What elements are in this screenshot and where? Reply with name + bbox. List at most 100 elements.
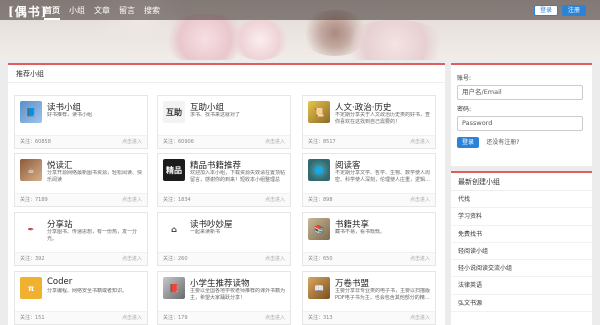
- follower-count: 关注：650: [308, 256, 333, 262]
- header-banner: [偶书] 首页 小组 文章 留言 搜索 登录 注册: [0, 0, 600, 60]
- enter-group-link[interactable]: 点击进入: [410, 194, 430, 206]
- nav-articles[interactable]: 文章: [94, 5, 110, 16]
- group-card-footer: 关注：1834 点击进入: [158, 193, 290, 206]
- group-description: 主要分享非专业类的电子书，主要以扫描版PDF电子书为主，也会包含其他部分的精…: [335, 288, 431, 301]
- group-card[interactable]: ☕ 悦读汇 分享开源网络最新图书资源，轻松阅读、快乐阅读 关注：7189 点击进入: [14, 153, 148, 207]
- group-description: 主要以全国各地学校老师推荐的课外书籍为主，希望大家踊跃分享！: [190, 288, 286, 301]
- group-card[interactable]: ⌂ 读书吵妙屋 一起来读新书 关注：260 点击进入: [157, 212, 291, 266]
- history-icon[interactable]: 📜: [308, 101, 330, 123]
- follower-count: 关注：60858: [20, 139, 51, 145]
- header-login-button[interactable]: 登录: [534, 5, 559, 16]
- enter-group-link[interactable]: 点击进入: [265, 312, 285, 324]
- new-group-item[interactable]: 代找: [451, 191, 592, 209]
- enter-group-link[interactable]: 点击进入: [410, 136, 430, 148]
- group-card-footer: 关注：392 点击进入: [15, 252, 147, 265]
- password-input[interactable]: Password: [457, 116, 583, 131]
- enter-group-link[interactable]: 点击进入: [265, 136, 285, 148]
- follower-count: 关注：260: [163, 256, 188, 262]
- enter-group-link[interactable]: 点击进入: [122, 136, 142, 148]
- reading-icon[interactable]: ☕: [20, 159, 42, 181]
- group-description: 分享图书、传递思想，有一份热，发一分光。: [47, 229, 138, 242]
- blossom-decoration: [230, 20, 290, 60]
- follower-count: 关注：60906: [163, 139, 194, 145]
- group-description: 欢迎加入本小组，下载资源失效请在置顶帖留言，感谢你的到来！短收本小组整理总结…: [190, 170, 286, 183]
- login-panel: 账号: 用户名/Email 密码: Password 登录 还没有注册?: [451, 63, 592, 166]
- share-icon[interactable]: ✒: [20, 218, 42, 240]
- group-description: 不定期分享文学、哲学、生物、数学使人周密、科学使人深刻，伦理使人庄重，逻辑…: [335, 170, 431, 183]
- group-card-footer: 关注：7189 点击进入: [15, 193, 147, 206]
- follower-count: 关注：179: [163, 315, 188, 321]
- enter-group-link[interactable]: 点击进入: [410, 312, 430, 324]
- group-card-footer: 关注：60858 点击进入: [15, 135, 147, 148]
- nav-search[interactable]: 搜索: [144, 5, 160, 16]
- follower-count: 关注：898: [308, 197, 333, 203]
- group-card[interactable]: 📘 读书小组 好书推荐，读书小组 关注：60858 点击进入: [14, 95, 148, 149]
- library-icon[interactable]: 📖: [308, 277, 330, 299]
- group-card[interactable]: 🌐 阅读客 不定期分享文学、哲学、生物、数学使人周密、科学使人深刻，伦理使人庄重，逻…: [302, 153, 436, 207]
- account-label: 账号:: [457, 75, 472, 82]
- panel-title: 推荐小组: [8, 65, 445, 83]
- house-icon[interactable]: ⌂: [163, 218, 185, 240]
- group-description: 一起来读新书: [190, 229, 221, 235]
- enter-group-link[interactable]: 点击进入: [265, 253, 285, 265]
- group-card-footer: 关注：60906 点击进入: [158, 135, 290, 148]
- account-input[interactable]: 用户名/Email: [457, 85, 583, 100]
- new-groups-title: 最新创建小组: [451, 173, 592, 191]
- nav-messages[interactable]: 留言: [119, 5, 135, 16]
- new-group-item[interactable]: 免费找书: [451, 226, 592, 243]
- coder-icon[interactable]: π: [20, 277, 42, 299]
- nav-home[interactable]: 首页: [44, 5, 60, 20]
- group-card[interactable]: 互助 互助小组 求书、找书来这就对了 关注：60906 点击进入: [157, 95, 291, 149]
- new-group-item[interactable]: 轻小说阅读交流小组: [451, 260, 592, 278]
- enter-group-link[interactable]: 点击进入: [265, 194, 285, 206]
- quality-books-icon[interactable]: 精品: [163, 159, 185, 181]
- group-card[interactable]: 精品 精品书籍推荐 欢迎加入本小组，下载资源失效请在置顶帖留言，感谢你的到来！短收本…: [157, 153, 291, 207]
- header-register-button[interactable]: 注册: [562, 5, 587, 16]
- recommended-groups-panel: 推荐小组 📘 读书小组 好书推荐，读书小组 关注：60858 点击进入 互助 互助小组 求书、…: [8, 63, 445, 325]
- nav-groups[interactable]: 小组: [69, 5, 85, 16]
- follower-count: 关注：151: [20, 315, 45, 321]
- kids-reading-icon[interactable]: 📕: [163, 277, 185, 299]
- group-card-footer: 关注：898 点击进入: [303, 193, 435, 206]
- group-card[interactable]: 📖 万卷书盟 主要分享非专业类的电子书，主要以扫描版PDF电子书为主，也会包含其他部…: [302, 271, 436, 325]
- book-icon[interactable]: 📘: [20, 101, 42, 123]
- mutual-help-icon[interactable]: 互助: [163, 101, 185, 123]
- group-card[interactable]: π Coder 分享编程、网络安全书籍或者知识。关注：151 点击进入: [14, 271, 148, 325]
- new-group-item[interactable]: 法律英语: [451, 277, 592, 295]
- group-name[interactable]: Coder: [47, 277, 72, 287]
- group-card-footer: 关注：151 点击进入: [15, 311, 147, 324]
- globe-icon[interactable]: 🌐: [308, 159, 330, 181]
- enter-group-link[interactable]: 点击进入: [122, 194, 142, 206]
- follower-count: 关注：7189: [20, 197, 48, 203]
- new-groups-panel: 最新创建小组 代找 学习资料 免费找书 轻阅读小组 轻小说阅读交流小组 法律英语…: [451, 171, 592, 325]
- group-description: 分享编程、网络安全书籍或者知识。: [47, 288, 128, 294]
- enter-group-link[interactable]: 点击进入: [410, 253, 430, 265]
- new-group-item[interactable]: 学习资料: [451, 208, 592, 226]
- enter-group-link[interactable]: 点击进入: [122, 312, 142, 324]
- group-description: 藏书不易，看书慨慨。: [335, 229, 386, 235]
- register-link[interactable]: 还没有注册?: [486, 139, 519, 146]
- site-logo[interactable]: [偶书]: [8, 3, 47, 20]
- group-card[interactable]: 📕 小学生推荐读物 主要以全国各地学校老师推荐的课外书籍为主，希望大家踊跃分享！ 关注…: [157, 271, 291, 325]
- follower-count: 关注：1834: [163, 197, 191, 203]
- group-card-footer: 关注：179 点击进入: [158, 311, 290, 324]
- blossom-decoration: [340, 20, 450, 60]
- group-card[interactable]: ✒ 分享站 分享图书、传递思想，有一份热，发一分光。 关注：392 点击进入: [14, 212, 148, 266]
- password-label: 密码:: [457, 106, 472, 113]
- group-description: 分享开源网络最新图书资源，轻松阅读、快乐阅读: [47, 170, 143, 183]
- new-group-item[interactable]: 弘文书源: [451, 295, 592, 313]
- enter-group-link[interactable]: 点击进入: [122, 253, 142, 265]
- follower-count: 关注：8517: [308, 139, 336, 145]
- group-card-footer: 关注：260 点击进入: [158, 252, 290, 265]
- new-group-item[interactable]: 轻阅读小组: [451, 243, 592, 261]
- shared-books-icon[interactable]: 📚: [308, 218, 330, 240]
- follower-count: 关注：392: [20, 256, 45, 262]
- group-card-footer: 关注：8517 点击进入: [303, 135, 435, 148]
- follower-count: 关注：313: [308, 315, 333, 321]
- group-description: 不定期分享关于人文政治历史类的好书，查你喜欢在这找到自己需要的！: [335, 112, 431, 125]
- group-description: 求书、找书来这就对了: [190, 112, 241, 118]
- group-card[interactable]: 📚 书籍共享 藏书不易，看书慨慨。 关注：650 点击进入: [302, 212, 436, 266]
- login-button[interactable]: 登录: [457, 137, 480, 148]
- group-card[interactable]: 📜 人文·政治·历史 不定期分享关于人文政治历史类的好书，查你喜欢在这找到自己需要的…: [302, 95, 436, 149]
- group-card-footer: 关注：313 点击进入: [303, 311, 435, 324]
